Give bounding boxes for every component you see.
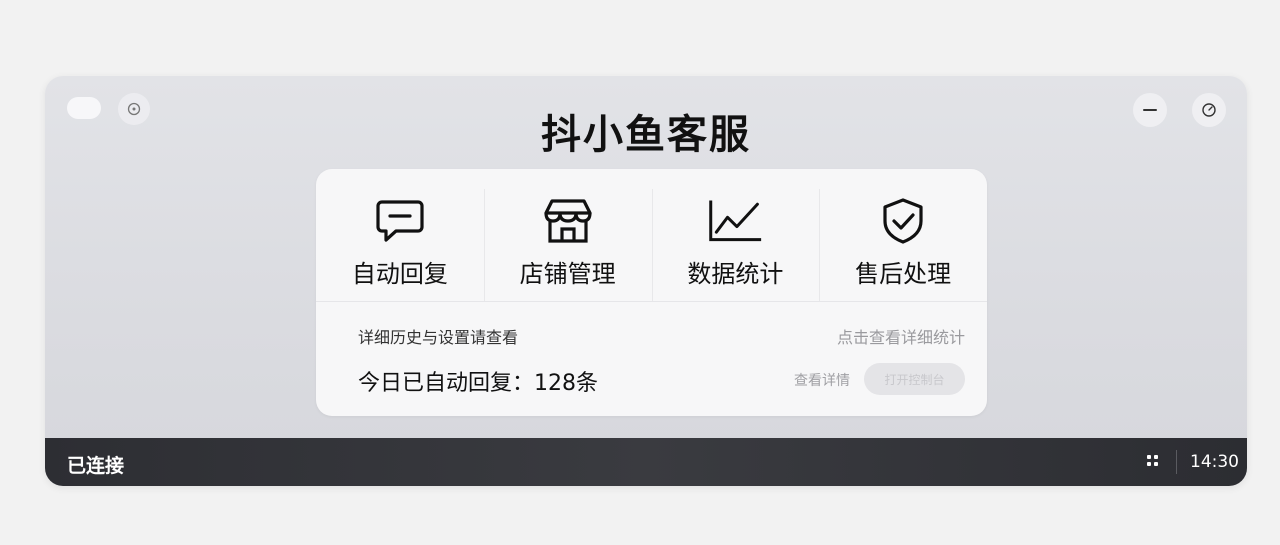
store-manage-label: 店铺管理 [519, 260, 616, 288]
chat-icon [372, 196, 428, 246]
status-bar: 已连接 14:30 [45, 438, 1247, 486]
data-stats-label: 数据统计 [687, 260, 784, 288]
shield-icon [875, 196, 931, 246]
store-manage-button[interactable]: 店铺管理 [483, 169, 652, 301]
store-icon [540, 196, 596, 246]
info-hint-text: 详细历史与设置请查看 [358, 328, 519, 347]
card-divider [316, 301, 987, 302]
app-title: 抖小鱼客服 [541, 112, 751, 158]
auto-reply-label: 自动回复 [351, 260, 448, 288]
stats-link[interactable]: 点击查看详细统计 [837, 324, 965, 348]
status-separator [1176, 450, 1177, 474]
app-window: 抖小鱼客服 自动回复 店铺管理 数据统计 售后处理 详细历史与设置请查看 点击查… [45, 76, 1247, 486]
details-link[interactable]: 查看详情 [794, 370, 850, 390]
after-sales-button[interactable]: 售后处理 [819, 169, 987, 301]
open-console-button[interactable]: 打开控制台 [864, 363, 965, 395]
clock-time: 14:30 [1190, 452, 1239, 472]
today-reply-count: 今日已自动回复：128条 [358, 371, 598, 396]
data-stats-button[interactable]: 数据统计 [651, 169, 820, 301]
after-sales-label: 售后处理 [855, 260, 952, 288]
chart-icon [707, 196, 763, 246]
main-card: 自动回复 店铺管理 数据统计 售后处理 详细历史与设置请查看 点击查看详细统计 … [316, 169, 987, 416]
auto-reply-button[interactable]: 自动回复 [316, 169, 484, 301]
action-row: 自动回复 店铺管理 数据统计 售后处理 [316, 169, 987, 301]
connection-status: 已连接 [67, 455, 125, 477]
grid-icon[interactable] [1147, 455, 1159, 467]
